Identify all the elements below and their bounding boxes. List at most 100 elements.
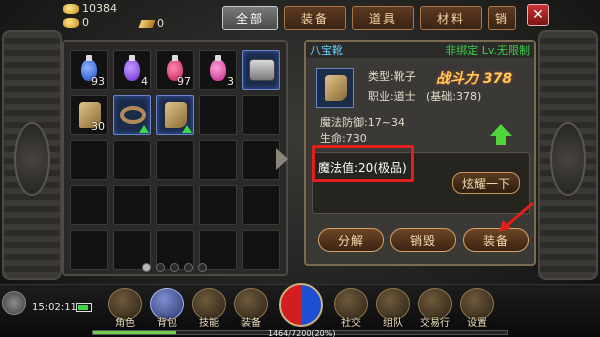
menu-label: 角色	[115, 318, 135, 329]
item-type: 类型:靴子	[368, 70, 416, 83]
menu-label: 背包	[157, 318, 177, 329]
upgrade-arrow-icon	[139, 125, 149, 133]
bind-level-info: 非绑定 Lv.无限制	[445, 42, 530, 58]
bag-slot[interactable]	[156, 140, 194, 180]
hp-mp-orb	[279, 283, 323, 327]
bag-slot[interactable]	[199, 140, 237, 180]
tab-materials[interactable]: 材料	[420, 6, 482, 30]
detail-header: 八宝靴 非绑定 Lv.无限制	[306, 42, 534, 58]
currency-panel: 10384 0	[63, 2, 117, 30]
destroy-button[interactable]: 销毁	[390, 228, 456, 252]
menu-button[interactable]: 设置	[458, 287, 496, 329]
menu-label: 装备	[241, 318, 261, 329]
menu-button[interactable]: 角色	[106, 287, 144, 329]
category-tabs: 全部 装备 道具 材料 销	[222, 6, 516, 30]
decompose-button[interactable]: 分解	[318, 228, 384, 252]
belt-icon	[120, 106, 146, 124]
bag-slot[interactable]: 93	[70, 50, 108, 90]
bag-slot[interactable]	[242, 140, 280, 180]
page-dot[interactable]	[198, 263, 207, 272]
hp-stat: 生命:730	[320, 132, 367, 145]
bag-slot[interactable]	[156, 95, 194, 135]
item-count: 97	[177, 75, 191, 88]
ingot-icon	[63, 18, 79, 28]
coupon-row: 0	[138, 17, 164, 30]
upgrade-arrow-icon	[490, 124, 512, 145]
level-requirement: Lv.无限制	[481, 44, 530, 57]
bag-slot[interactable]	[113, 185, 151, 225]
menu-label: 交易行	[420, 318, 450, 329]
bag-slot[interactable]	[113, 95, 151, 135]
menu-label: 设置	[467, 318, 487, 329]
combat-power-label: 战斗力	[436, 71, 478, 87]
bag-panel: 93 4 97 3 30	[62, 40, 288, 276]
item-count: 3	[227, 75, 234, 88]
page-dot[interactable]	[184, 263, 193, 272]
right-pillar-decoration	[538, 30, 598, 280]
tab-items[interactable]: 道具	[352, 6, 414, 30]
bag-slot[interactable]	[70, 140, 108, 180]
bag-slot[interactable]	[242, 185, 280, 225]
show-off-button[interactable]: 炫耀一下	[452, 172, 520, 194]
menu-button[interactable]: 装备	[232, 287, 270, 329]
potion-icon	[210, 55, 226, 81]
magic-value-stat: 魔法值:20(极品)	[318, 161, 407, 175]
menu-label: 社交	[341, 318, 361, 329]
ingot-amount: 0	[82, 16, 89, 29]
exp-fill	[93, 331, 176, 334]
page-dot[interactable]	[156, 263, 165, 272]
gold-amount: 10384	[82, 2, 117, 15]
battery-icon	[76, 303, 92, 312]
left-pillar-decoration	[2, 30, 62, 280]
bag-slot[interactable]	[70, 230, 108, 270]
bag-slot[interactable]: 4	[113, 50, 151, 90]
bag-slot[interactable]	[242, 95, 280, 135]
bag-slot[interactable]: 97	[156, 50, 194, 90]
boot-icon	[325, 75, 347, 101]
bag-slot[interactable]	[199, 185, 237, 225]
ingot-row: 0	[63, 16, 117, 30]
menu-button[interactable]: 社交	[332, 287, 370, 329]
chest-icon	[249, 59, 275, 81]
potion-icon	[124, 55, 140, 81]
page-dot[interactable]	[142, 263, 151, 272]
menu-button[interactable]: 组队	[374, 287, 412, 329]
bind-status: 非绑定	[445, 44, 479, 57]
bag-grid: 93 4 97 3 30	[70, 50, 280, 270]
gold-coin-icon	[63, 4, 79, 14]
item-count: 4	[141, 75, 148, 88]
menu-label: 组队	[383, 318, 403, 329]
tab-equipment[interactable]: 装备	[284, 6, 346, 30]
bag-slot[interactable]: 3	[199, 50, 237, 90]
avatar[interactable]	[2, 291, 26, 315]
item-job: 职业:道士	[368, 90, 416, 103]
item-count: 93	[91, 75, 105, 88]
gold-row: 10384	[63, 2, 117, 16]
bag-slot[interactable]	[113, 140, 151, 180]
bag-slot[interactable]	[199, 95, 237, 135]
page-indicator	[142, 263, 207, 272]
tab-all[interactable]: 全部	[222, 6, 278, 30]
item-count: 30	[91, 120, 105, 133]
combat-power: 战斗力 378	[436, 68, 512, 88]
bag-slot[interactable]	[242, 50, 280, 90]
coupon-icon	[138, 19, 156, 28]
base-power: (基础:378)	[426, 90, 482, 103]
close-button[interactable]: ✕	[527, 4, 549, 26]
bag-slot[interactable]	[242, 230, 280, 270]
menu-button[interactable]: 背包	[148, 287, 186, 329]
chevron-right-icon	[276, 148, 290, 170]
page-dot[interactable]	[170, 263, 179, 272]
bag-slot[interactable]: 30	[70, 95, 108, 135]
menu-button[interactable]: 交易行	[416, 287, 454, 329]
tab-sell[interactable]: 销	[488, 6, 516, 30]
magic-defense: 魔法防御:17~34	[320, 116, 405, 129]
annotation-arrow-icon	[499, 201, 534, 232]
bag-slot[interactable]	[156, 185, 194, 225]
item-icon-boot	[316, 68, 354, 108]
exp-text: 1464/7200(20%)	[268, 329, 336, 337]
combat-power-value: 378	[482, 71, 513, 87]
menu-button[interactable]: 技能	[190, 287, 228, 329]
coupon-amount: 0	[157, 17, 164, 30]
bag-slot[interactable]	[70, 185, 108, 225]
